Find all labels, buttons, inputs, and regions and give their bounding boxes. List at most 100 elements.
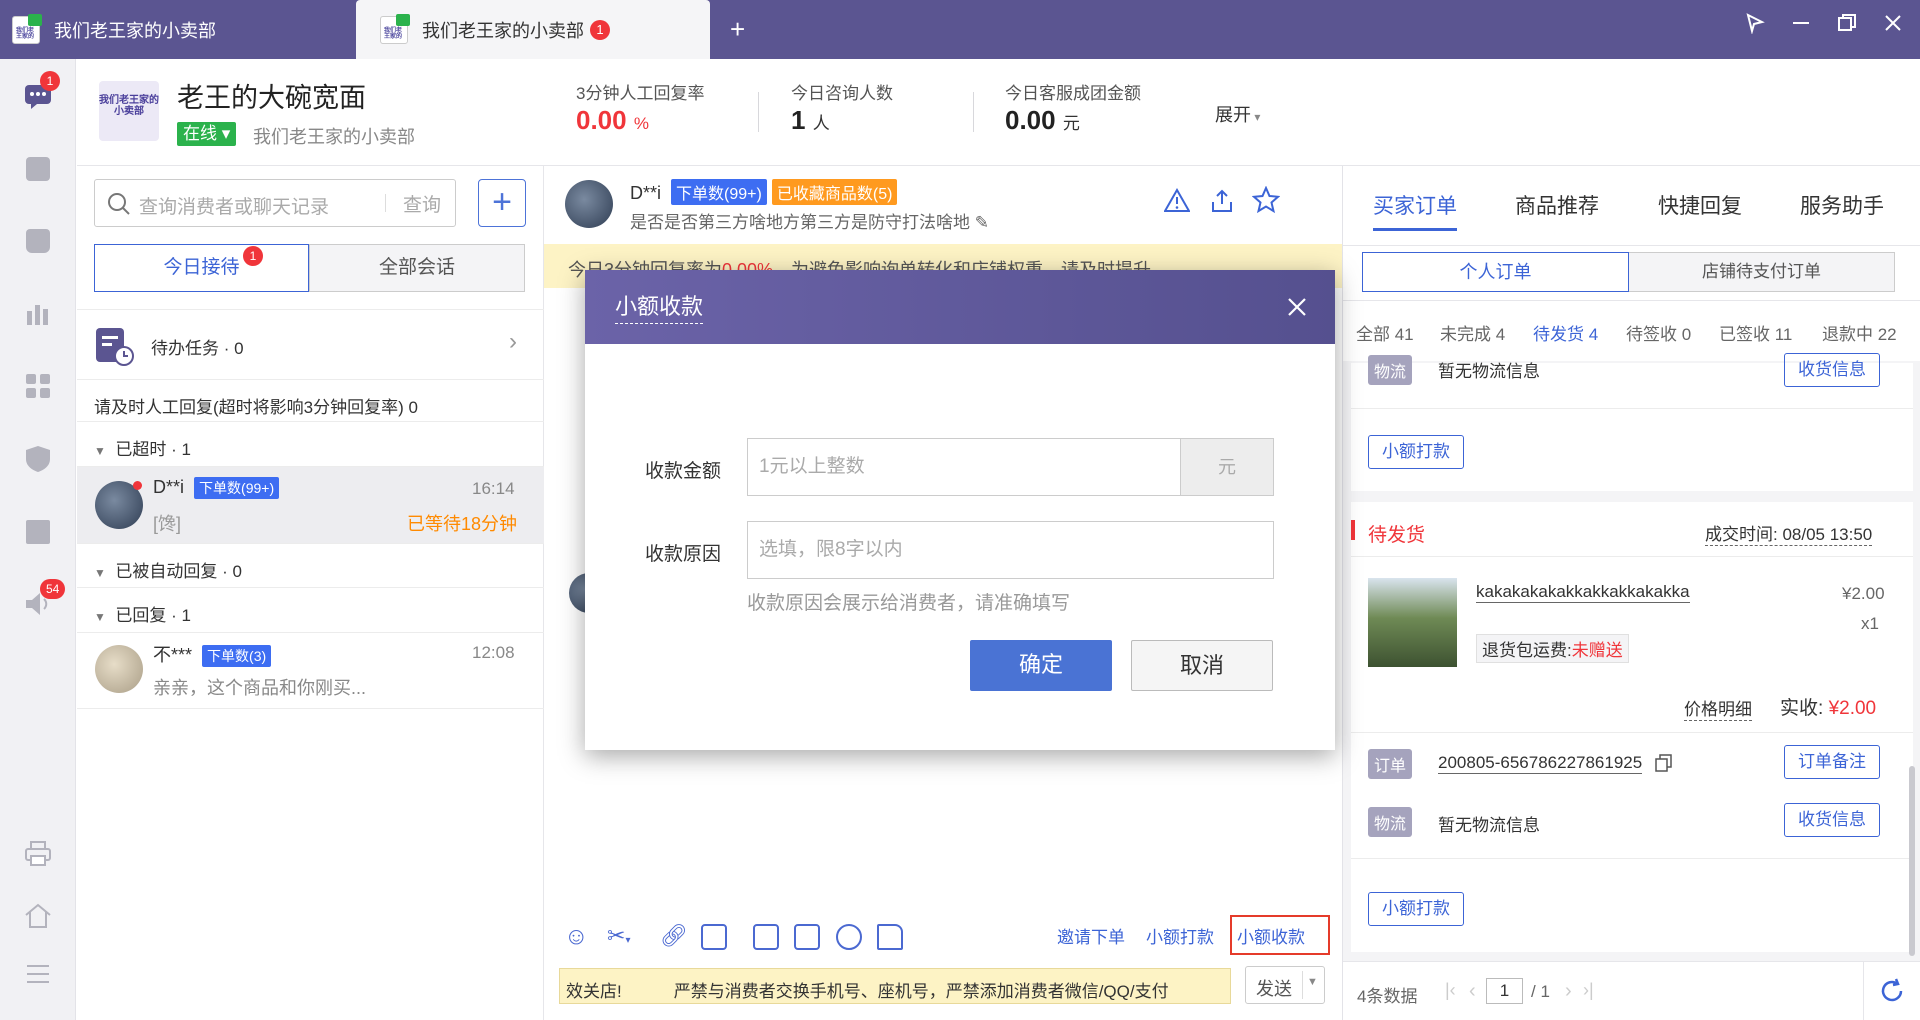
restore-icon[interactable] (1832, 12, 1862, 42)
send-button[interactable]: 发送 ▼ (1245, 966, 1325, 1004)
tab-buyer-orders[interactable]: 买家订单 (1373, 190, 1457, 220)
tab-shop-2[interactable]: 我们老 王家的 我们老王家的小卖部 1 (356, 0, 710, 59)
printer-icon[interactable] (23, 839, 53, 869)
page-input[interactable]: 1 (1486, 978, 1523, 1004)
group-auto[interactable]: ▼ 已被自动回复 · 0 (77, 543, 544, 588)
group-replied[interactable]: ▼ 已回复 · 1 (77, 588, 544, 633)
dialog-title: 小额收款 (615, 289, 704, 324)
new-tab-button[interactable]: + (730, 0, 754, 59)
emoji-icon[interactable]: ☺ (564, 923, 589, 951)
image-icon[interactable] (701, 924, 727, 950)
filter-received[interactable]: 已签收 11 (1719, 320, 1792, 345)
small-collect-link[interactable]: 小额收款 (1237, 923, 1305, 948)
conv-preview: [馋] (153, 514, 182, 534)
reason-label: 收款原因 (645, 544, 722, 565)
tab-today[interactable]: 今日接待 (94, 244, 309, 292)
document-icon[interactable] (23, 154, 53, 184)
minimize-icon[interactable] (1786, 12, 1816, 42)
scrollbar[interactable] (1909, 766, 1915, 956)
search-record-icon[interactable] (836, 924, 862, 950)
refresh-icon[interactable] (1879, 978, 1905, 1004)
invite-order-link[interactable]: 邀请下单 (1057, 923, 1125, 948)
order-count-tag: 下单数(99+) (194, 477, 280, 499)
small-transfer-link[interactable]: 小额打款 (1146, 923, 1214, 948)
total-pages: / 1 (1531, 982, 1550, 1001)
conversation-item[interactable]: 不*** 下单数(3) 12:08 亲亲，这个商品和你刚买... (77, 633, 544, 709)
link-icon[interactable]: 🔗︎ (660, 923, 688, 949)
menu-icon[interactable] (23, 959, 53, 989)
filter-refunding[interactable]: 退款中 22 (1822, 320, 1897, 345)
notice-badge: 54 (40, 579, 66, 599)
tab-store-pending[interactable]: 店铺待支付订单 (1629, 252, 1895, 292)
scissors-icon[interactable]: ✂▾ (607, 923, 630, 949)
divider (1351, 858, 1913, 859)
home-icon[interactable] (23, 901, 53, 931)
price-detail-link[interactable]: 价格明细 (1684, 695, 1752, 721)
confirm-button[interactable]: 确定 (970, 640, 1112, 691)
first-page-icon[interactable]: |‹ (1445, 980, 1456, 1001)
tab-quick-reply[interactable]: 快捷回复 (1658, 190, 1742, 220)
shop-logo-icon: 我们老 王家的 (12, 13, 42, 44)
last-page-icon[interactable]: ›| (1583, 980, 1594, 1001)
small-transfer-button[interactable]: 小额打款 (1368, 435, 1464, 469)
amount-input[interactable]: 1元以上整数 (747, 438, 1181, 496)
copy-icon[interactable] (1655, 754, 1673, 772)
order-note-button[interactable]: 订单备注 (1784, 745, 1880, 779)
apps-icon[interactable] (23, 371, 53, 401)
status-badge[interactable]: 在线 ▾ (177, 122, 237, 146)
warning-icon[interactable] (1164, 188, 1190, 214)
book-icon[interactable] (23, 517, 53, 547)
shop-header: 我们老王家的小卖部 老王的大碗宽面 在线 ▾ 我们老王家的小卖部 3分钟人工回复… (77, 59, 1920, 166)
search-input[interactable]: 查询消费者或聊天记录 (139, 192, 329, 219)
prev-page-icon[interactable]: ‹ (1469, 980, 1476, 1003)
stat-value: 0.00 (576, 105, 627, 135)
tab-all[interactable]: 全部会话 (309, 244, 525, 292)
reason-hint: 收款原因会展示给消费者，请准确填写 (747, 593, 1071, 614)
order-number[interactable]: 200805-656786227861925 (1438, 753, 1643, 774)
wait-time: 已等待18分钟 (407, 514, 518, 534)
todo-row[interactable]: 待办任务 · 0 › (77, 309, 544, 380)
add-contact-button[interactable]: + (478, 179, 526, 227)
close-icon[interactable] (1878, 12, 1908, 42)
tab-title: 我们老王家的小卖部 (422, 20, 584, 41)
filter-incomplete[interactable]: 未完成 4 (1440, 320, 1505, 345)
group-timeout[interactable]: ▼ 已超时 · 1 (77, 422, 544, 467)
left-rail: 1 54 (0, 59, 76, 1020)
next-page-icon[interactable]: › (1565, 980, 1572, 1003)
product-image[interactable] (1368, 578, 1457, 667)
small-transfer-button[interactable]: 小额打款 (1368, 892, 1464, 926)
stat-label-consult: 今日咨询人数 (791, 84, 893, 103)
filter-all[interactable]: 全部 41 (1356, 320, 1414, 345)
folder-icon[interactable] (877, 924, 903, 950)
tab-product-rec[interactable]: 商品推荐 (1515, 190, 1599, 220)
customer-remark[interactable]: 是否是否第三方啥地方第三方是防守打法啥地 ✎ (630, 208, 989, 233)
bag-icon[interactable] (23, 226, 53, 256)
product-title[interactable]: kakakakakakkakkakkakakka (1476, 582, 1690, 603)
pin-icon[interactable] (1740, 12, 1770, 42)
star-icon[interactable] (1252, 186, 1280, 214)
filter-to-ship[interactable]: 待发货 4 (1533, 320, 1598, 345)
filter-to-receive[interactable]: 待签收 0 (1626, 320, 1691, 345)
tab-service-assistant[interactable]: 服务助手 (1800, 190, 1884, 220)
shield-icon[interactable] (23, 444, 53, 474)
search-button[interactable]: 查询 (403, 190, 441, 217)
stat-amount: 0.00 元 (1005, 105, 1080, 136)
divider (758, 92, 759, 132)
conversation-item[interactable]: D**i 下单数(99+) 16:14 [馋] 已等待18分钟 (77, 467, 544, 543)
close-icon[interactable] (1287, 297, 1307, 317)
video-icon[interactable] (753, 924, 779, 950)
share-icon[interactable] (1209, 188, 1235, 214)
tab-personal-orders[interactable]: 个人订单 (1362, 252, 1629, 292)
coupon-icon[interactable] (794, 924, 820, 950)
receive-info-button[interactable]: 收货信息 (1784, 803, 1880, 837)
bar-chart-icon[interactable] (23, 299, 53, 329)
receive-info-button[interactable]: 收货信息 (1784, 353, 1880, 387)
divider (1351, 408, 1913, 409)
stat-reply-rate: 0.00 % (576, 105, 649, 136)
cancel-button[interactable]: 取消 (1131, 640, 1273, 691)
reason-input[interactable]: 选填，限8字以内 (747, 521, 1274, 579)
stat-unit: % (633, 114, 649, 133)
expand-button[interactable]: 展开 ▾ (1215, 101, 1260, 127)
tab-shop-1[interactable]: 我们老 王家的 我们老王家的小卖部 (12, 0, 352, 59)
small-collect-dialog: 小额收款 收款金额 1元以上整数 元 收款原因 选填，限8字以内 收款原因会展示… (585, 270, 1335, 750)
